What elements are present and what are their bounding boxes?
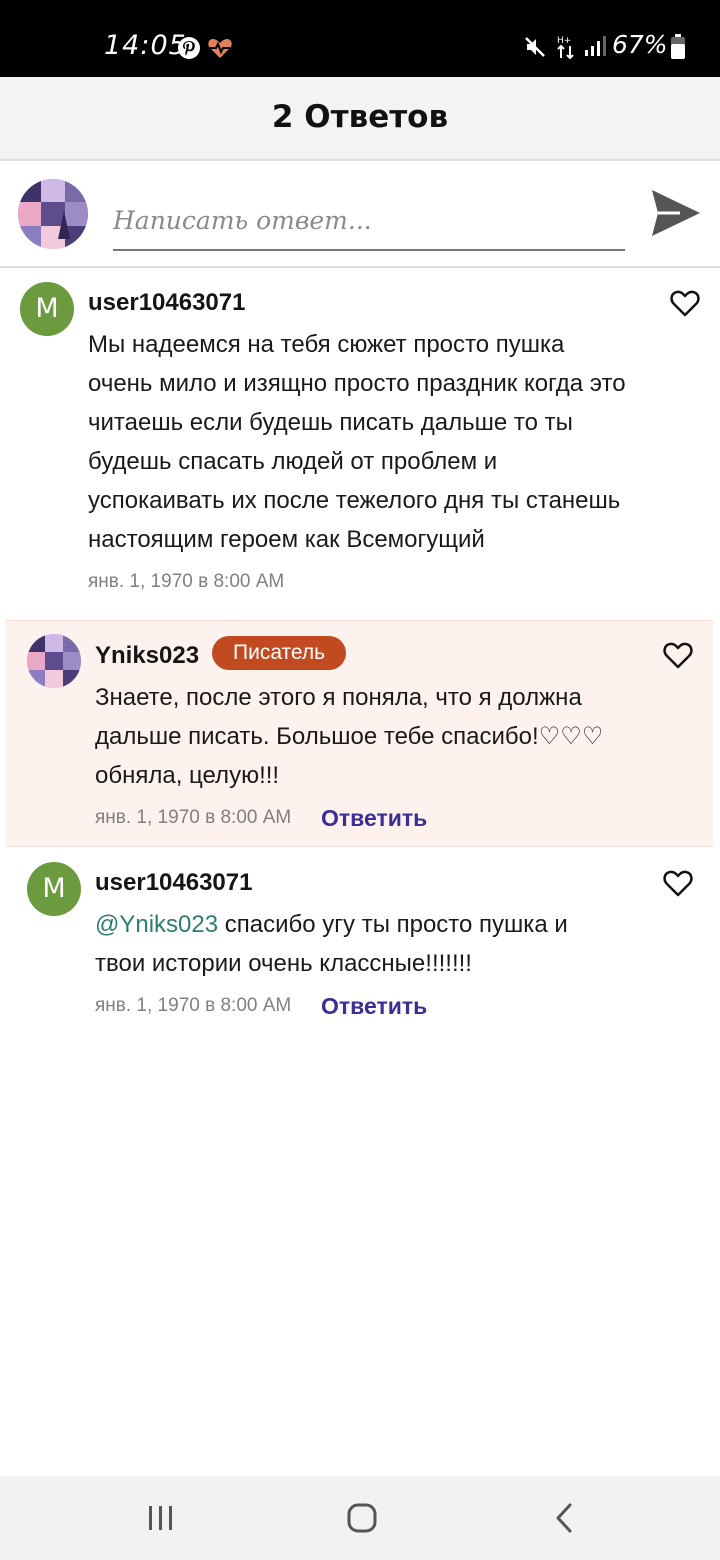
comment-item: M user10463071 Мы надеемся на тебя сюжет… xyxy=(0,268,720,620)
system-nav-bar xyxy=(0,1476,720,1560)
comment-item: M user10463071 @Yniks023 спасибо угу ты … xyxy=(0,848,720,1038)
user-avatar[interactable]: M xyxy=(27,862,81,916)
status-time: 14:05 xyxy=(104,30,187,61)
heart-rate-icon xyxy=(208,39,232,58)
comment-timestamp: янв. 1, 1970 в 8:00 AM xyxy=(95,995,292,1016)
back-icon[interactable] xyxy=(553,1502,575,1534)
reply-composer xyxy=(0,161,720,268)
battery-icon xyxy=(671,34,685,59)
app-header: 2 Ответов xyxy=(0,77,720,161)
mute-icon xyxy=(525,37,545,57)
user-avatar[interactable]: M xyxy=(20,282,74,336)
data-arrows-icon: H+ xyxy=(557,36,574,60)
like-heart-icon[interactable] xyxy=(670,290,700,317)
like-heart-icon[interactable] xyxy=(663,642,693,669)
home-icon[interactable] xyxy=(346,1502,378,1534)
comment-item-author: Yniks023 Писатель Знаете, после этого я … xyxy=(6,620,713,847)
writer-badge: Писатель xyxy=(212,636,347,670)
like-heart-icon[interactable] xyxy=(663,870,693,897)
author-avatar[interactable] xyxy=(27,634,81,688)
reply-button[interactable]: Ответить xyxy=(321,993,427,1020)
comment-username[interactable]: user10463071 xyxy=(88,289,245,317)
comment-timestamp: янв. 1, 1970 в 8:00 AM xyxy=(88,571,285,592)
comment-text: @Yniks023 спасибо угу ты просто пушка и … xyxy=(95,905,585,983)
status-bar: 14:05 H+ 67% xyxy=(0,0,720,77)
svg-text:H+: H+ xyxy=(557,36,571,46)
current-user-avatar[interactable] xyxy=(18,179,88,249)
reply-input[interactable] xyxy=(113,191,625,251)
recent-apps-icon[interactable] xyxy=(147,1503,175,1533)
user-mention[interactable]: @Yniks023 xyxy=(95,911,218,938)
reply-button[interactable]: Ответить xyxy=(321,805,427,832)
pinterest-icon xyxy=(178,37,200,59)
comment-timestamp: янв. 1, 1970 в 8:00 AM xyxy=(95,807,292,828)
send-icon[interactable] xyxy=(650,188,702,238)
signal-icon xyxy=(585,36,606,56)
battery-percent: 67% xyxy=(612,30,668,59)
comment-username[interactable]: Yniks023 xyxy=(95,642,199,670)
page-title: 2 Ответов xyxy=(271,99,449,135)
comment-text: Знаете, после этого я поняла, что я долж… xyxy=(95,684,604,789)
comment-username[interactable]: user10463071 xyxy=(95,869,252,897)
comment-text: Мы надеемся на тебя сюжет просто пушка о… xyxy=(88,331,626,553)
